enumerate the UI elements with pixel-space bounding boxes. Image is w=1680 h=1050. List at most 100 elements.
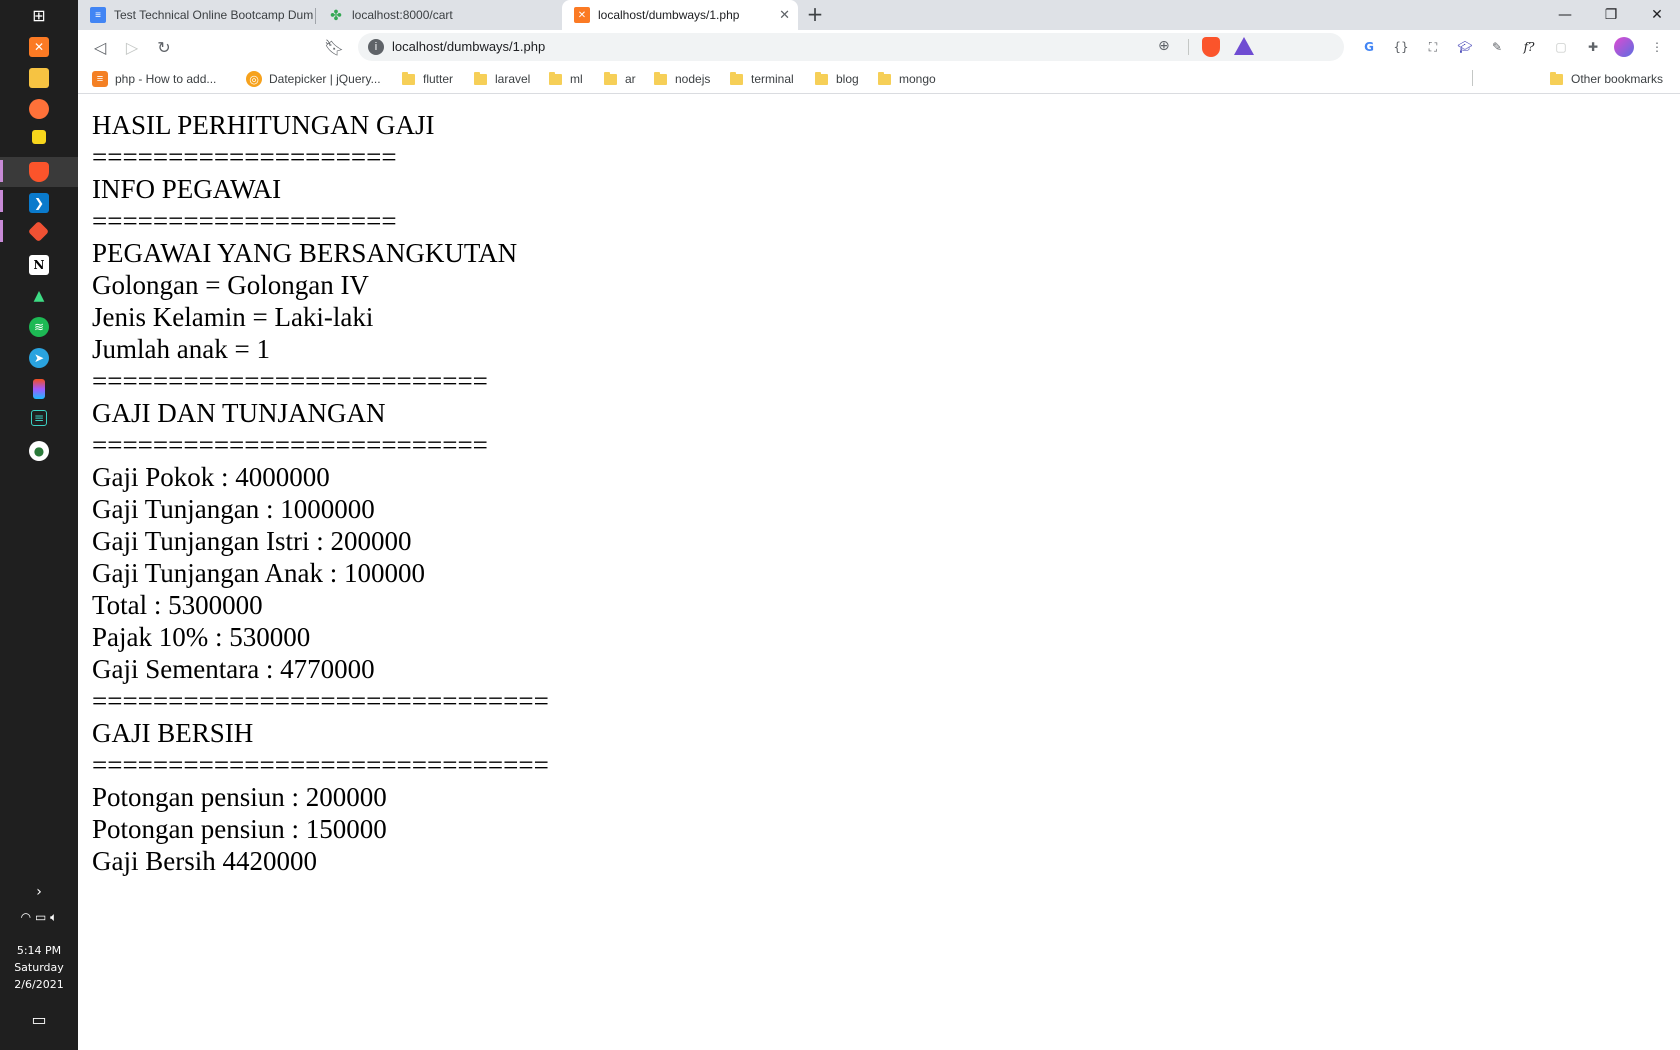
bookmark-item[interactable]: ≡ php - How to add... [92, 71, 216, 87]
menu-icon[interactable]: ⋮ [1646, 36, 1668, 58]
bookmark-label: ar [625, 72, 636, 86]
brave-shields-icon[interactable] [1202, 37, 1220, 57]
app-icon[interactable]: ● [29, 441, 49, 461]
notification-center-icon[interactable]: ▭ [0, 1010, 78, 1029]
taskbar-running-indicator [0, 190, 3, 212]
figma-icon[interactable] [33, 379, 45, 399]
bookmark-label: laravel [495, 72, 531, 86]
bookmark-page-icon[interactable]: 🔖︎ [322, 35, 346, 59]
salary-line: Gaji Pokok : 4000000 [92, 462, 330, 492]
translate-icon[interactable]: G [1358, 36, 1380, 58]
address-bar[interactable]: i localhost/dumbways/1.php ⊕ [358, 33, 1344, 61]
bookmark-label: nodejs [675, 72, 711, 86]
tab-title: localhost/dumbways/1.php [598, 8, 740, 22]
divider-line: ========================== [92, 366, 488, 396]
windows-taskbar: ⊞ ✕ ❯ N ▲ ≋ ➤ ≡ ● › ◠ ▭ 🔈︎ 5:14 PM Satur… [0, 0, 78, 1050]
other-bookmarks-folder[interactable]: Other bookmarks [1550, 71, 1663, 87]
notion-icon[interactable]: N [29, 255, 49, 275]
windows-start-icon[interactable]: ⊞ [29, 5, 49, 25]
telegram-icon[interactable]: ➤ [29, 348, 49, 368]
tab-bootcamp[interactable]: ≡ Test Technical Online Bootcamp Dumb [78, 0, 314, 30]
bookmark-folder[interactable]: laravel [474, 71, 530, 87]
bookmarks-separator [1472, 70, 1473, 86]
folder-icon [402, 71, 415, 85]
bookmark-label: terminal [751, 72, 794, 86]
profile-avatar[interactable] [1614, 37, 1634, 57]
file-explorer-icon[interactable] [29, 68, 49, 88]
site-info-icon[interactable]: i [368, 39, 384, 55]
terminal-icon[interactable]: ≡ [31, 410, 47, 426]
brave-rewards-icon[interactable] [1234, 37, 1254, 55]
puzzle-icon[interactable]: ✚ [1582, 36, 1604, 58]
section-heading: GAJI BERSIH [92, 718, 254, 748]
volume-icon[interactable]: 🔈︎ [50, 910, 57, 924]
tab-cart[interactable]: ✤ localhost:8000/cart [316, 0, 552, 30]
taskbar-running-indicator [0, 160, 3, 182]
close-tab-icon[interactable]: ✕ [779, 7, 790, 23]
tray-status-icons[interactable]: ◠ ▭ 🔈︎ [0, 910, 78, 925]
leaf-icon: ✤ [330, 6, 342, 23]
bookmark-folder[interactable]: flutter [402, 71, 453, 87]
back-button[interactable]: ◁ [88, 35, 112, 59]
bookmarks-bar: ≡ php - How to add... ◎ Datepicker | jQu… [78, 64, 1680, 94]
clock-day: Saturday [14, 961, 64, 974]
salary-line: Total : 5300000 [92, 590, 263, 620]
salary-line: Gaji Tunjangan Istri : 200000 [92, 526, 412, 556]
firefox-icon[interactable] [29, 99, 49, 119]
divider-line: ==================== [92, 206, 397, 236]
sticky-notes-icon[interactable] [32, 130, 46, 144]
git-icon[interactable] [27, 220, 50, 243]
salary-line: Gaji Sementara : 4770000 [92, 654, 375, 684]
reload-button[interactable]: ↻ [152, 35, 176, 59]
folder-icon [815, 71, 828, 85]
graduation-icon[interactable]: 🎓︎ [1454, 36, 1476, 58]
bookmark-folder[interactable]: mongo [878, 71, 936, 87]
info-line: Jenis Kelamin = Laki-laki [92, 302, 374, 332]
system-clock[interactable]: 5:14 PM Saturday 2/6/2021 [0, 942, 78, 993]
android-studio-icon[interactable]: ▲ [29, 286, 49, 306]
xampp-icon[interactable]: ✕ [29, 37, 49, 57]
eyedropper-icon[interactable]: ✎ [1486, 36, 1508, 58]
close-window-button[interactable]: ✕ [1634, 0, 1680, 30]
font-icon[interactable]: f? [1518, 36, 1540, 58]
folder-icon [1550, 71, 1563, 85]
bookmark-folder[interactable]: ml [549, 71, 583, 87]
tab-dumbways[interactable]: ✕ localhost/dumbways/1.php ✕ [562, 0, 798, 30]
battery-icon[interactable]: ▭ [35, 910, 46, 924]
url-text[interactable]: localhost/dumbways/1.php [392, 39, 545, 54]
bookmark-folder[interactable]: nodejs [654, 71, 710, 87]
forward-button[interactable]: ▷ [120, 35, 144, 59]
section-heading: INFO PEGAWAI [92, 174, 282, 204]
divider-line: ============================== [92, 750, 549, 780]
folder-icon [654, 71, 667, 85]
omnibox-separator [1188, 39, 1189, 55]
folder-icon [549, 71, 562, 85]
folder-icon [878, 71, 891, 85]
extension-icon[interactable]: ▢ [1550, 36, 1572, 58]
spotify-icon[interactable]: ≋ [29, 317, 49, 337]
bookmark-label: php - How to add... [115, 72, 217, 86]
bookmark-folder[interactable]: blog [815, 71, 859, 87]
chevron-up-icon[interactable]: › [0, 884, 78, 900]
restore-button[interactable]: ❐ [1588, 0, 1634, 30]
salary-line: Pajak 10% : 530000 [92, 622, 311, 652]
network-icon[interactable]: ◠ [21, 910, 31, 924]
xampp-icon: ✕ [574, 7, 590, 23]
bookmark-label: mongo [899, 72, 936, 86]
bookmark-folder[interactable]: ar [604, 71, 636, 87]
info-line: Jumlah anak = 1 [92, 334, 270, 364]
bookmark-item[interactable]: ◎ Datepicker | jQuery... [246, 71, 381, 87]
salary-line: Gaji Tunjangan : 1000000 [92, 494, 375, 524]
vscode-icon[interactable]: ❯ [29, 193, 49, 213]
brave-icon[interactable] [29, 162, 49, 182]
folder-icon [604, 71, 617, 85]
divider-line: ========================== [92, 430, 488, 460]
minimize-button[interactable]: — [1542, 0, 1588, 30]
bookmark-folder[interactable]: terminal [730, 71, 794, 87]
json-icon[interactable]: {} [1390, 36, 1412, 58]
salary-report: HASIL PERHITUNGAN GAJI =================… [92, 109, 549, 877]
bookmark-label: ml [570, 72, 583, 86]
zoom-icon[interactable]: ⊕ [1158, 38, 1170, 54]
screenshot-icon[interactable]: ⛶ [1422, 36, 1444, 58]
new-tab-button[interactable]: + [803, 3, 827, 27]
